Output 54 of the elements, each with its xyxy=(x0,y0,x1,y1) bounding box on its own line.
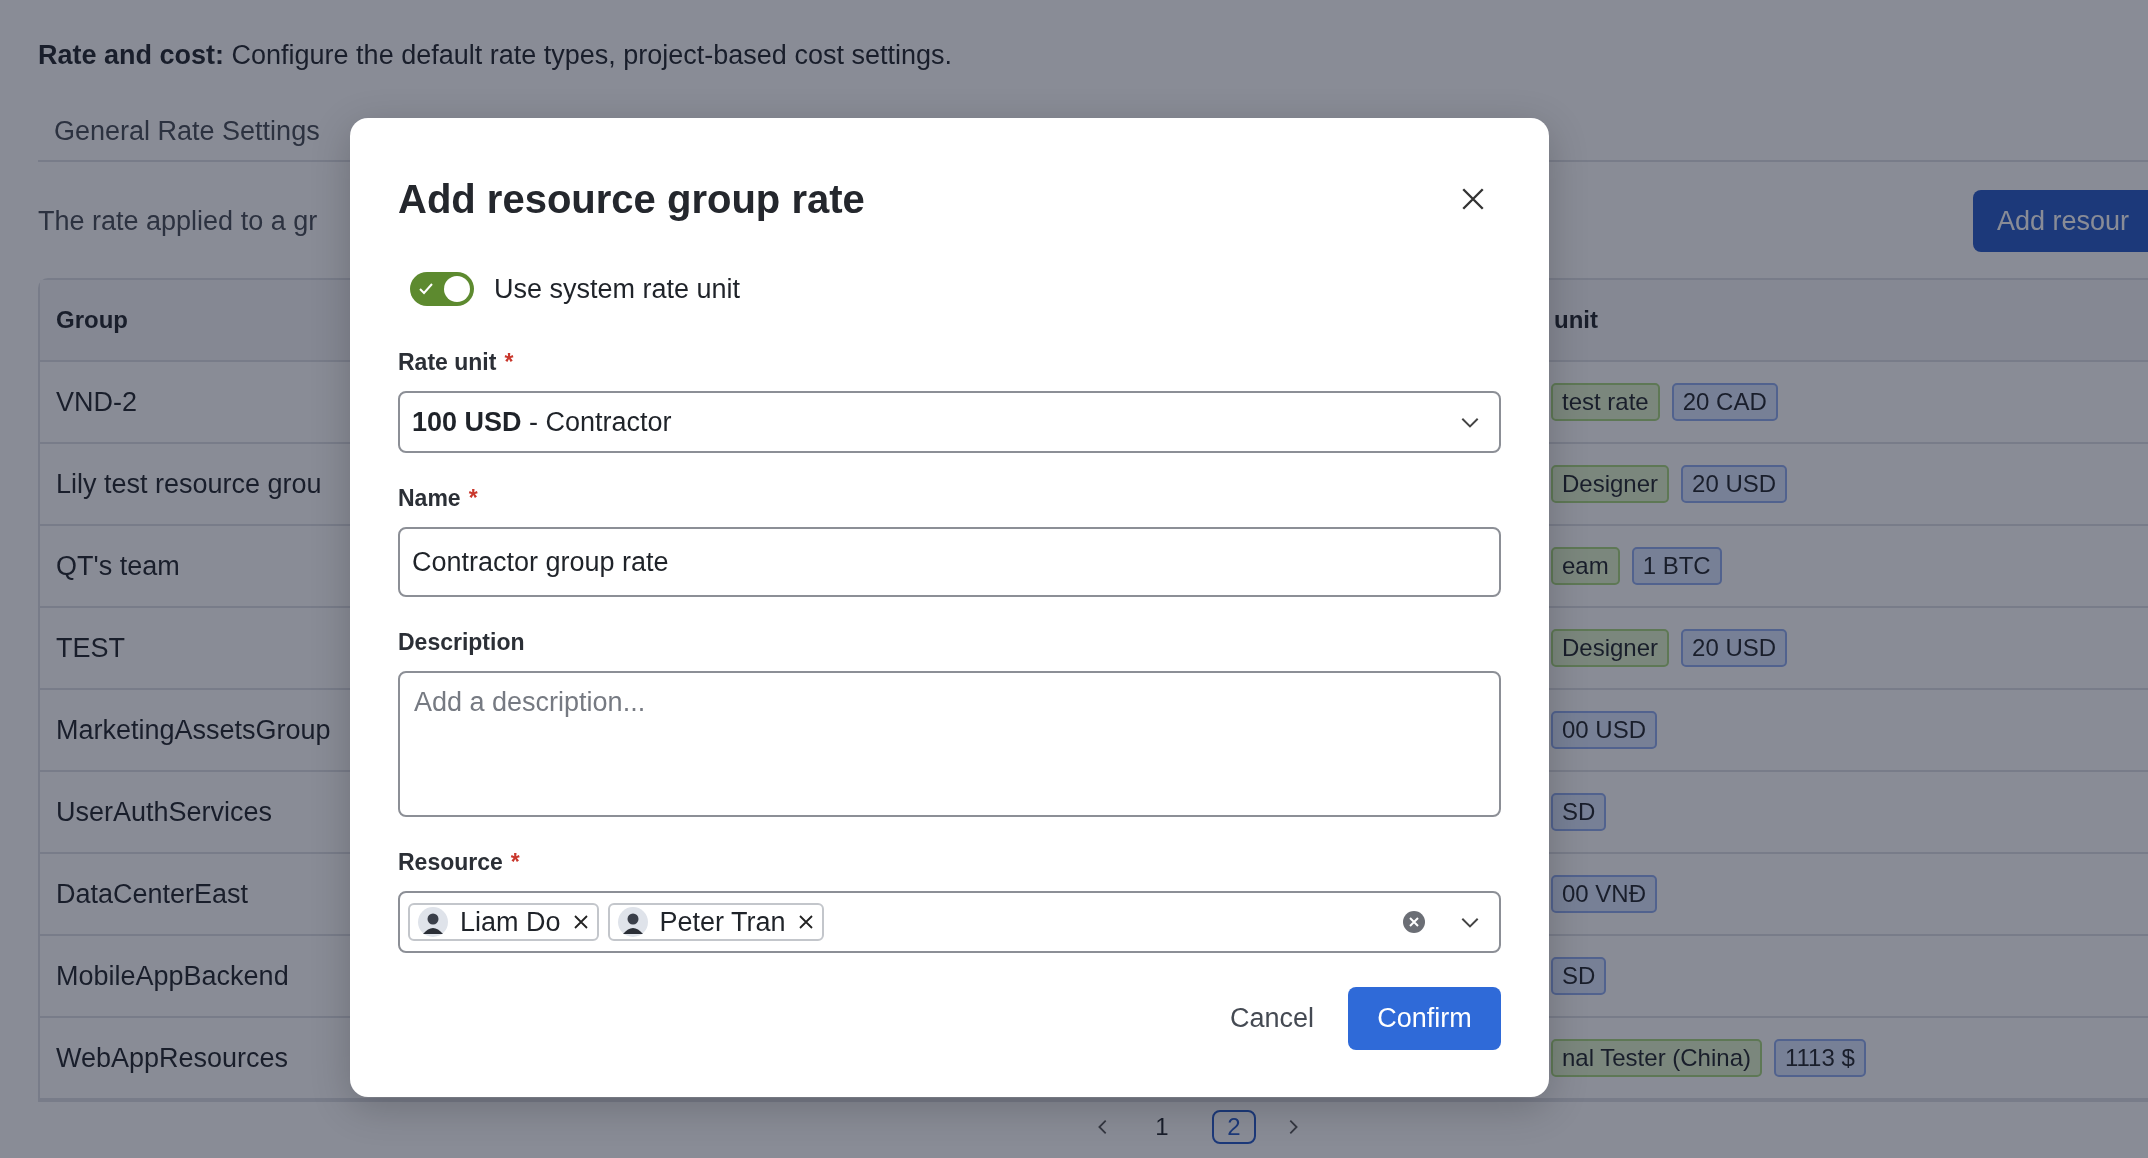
tag: Designer xyxy=(1551,465,1670,503)
table-cell-text: VND-2 xyxy=(55,386,137,418)
tag: 20 USD xyxy=(1681,629,1788,667)
tag: 1 BTC xyxy=(1631,547,1722,585)
column-header: Group xyxy=(55,306,128,334)
clear-icon[interactable] xyxy=(1402,910,1426,934)
table-cell-text: WebAppResources xyxy=(55,1042,289,1074)
required-mark: * xyxy=(468,484,478,512)
tag: test rate xyxy=(1551,383,1660,421)
avatar-icon xyxy=(418,907,448,937)
tag: 1113 $ xyxy=(1774,1039,1866,1077)
table-cell-text: UserAuthServices xyxy=(55,796,273,828)
field-label: Name xyxy=(398,484,461,512)
required-mark: * xyxy=(510,848,520,876)
table-cell-text: MarketingAssetsGroup xyxy=(55,714,331,746)
tag: 20 CAD xyxy=(1671,383,1778,421)
page-button[interactable]: 1 xyxy=(1140,1110,1184,1144)
field-label: Rate unit xyxy=(398,348,497,376)
toggle-switch[interactable] xyxy=(410,272,474,306)
table-cell-text: DataCenterEast xyxy=(55,878,249,910)
rate-unit-select[interactable]: 100 USD - Contractor xyxy=(398,391,1501,453)
dialog-title: Add resource group rate xyxy=(398,176,865,222)
field-label: Resource xyxy=(398,848,503,876)
tab[interactable]: General Rate Settings xyxy=(38,110,336,160)
column-header: unit xyxy=(1553,306,1598,334)
table-cell-text: Lily test resource grou xyxy=(55,468,322,500)
tag: SD xyxy=(1551,793,1607,831)
tag: SD xyxy=(1551,957,1607,995)
tag: nal Tester (China) xyxy=(1551,1039,1762,1077)
name-field[interactable]: Contractor group rate xyxy=(398,527,1501,597)
remove-icon[interactable] xyxy=(572,914,589,930)
description-text: The rate applied to a gr xyxy=(38,205,318,237)
tag: Designer xyxy=(1551,629,1670,667)
cancel-button[interactable]: Cancel xyxy=(1219,987,1324,1050)
table-cell-text: TEST xyxy=(55,632,125,664)
intro-text: Rate and cost: Configure the default rate types, project-based cost settings. xyxy=(38,39,953,72)
required-mark: * xyxy=(504,348,514,376)
field-label: Description xyxy=(398,628,525,656)
check-icon xyxy=(418,281,434,297)
resource-chip[interactable]: Liam Do xyxy=(408,903,599,941)
tag: 00 VNĐ xyxy=(1551,875,1658,913)
resource-select[interactable]: Liam Do Peter Tran xyxy=(398,891,1501,953)
table-cell-text: QT's team xyxy=(55,550,180,582)
description-field[interactable]: Add a description... xyxy=(398,671,1501,817)
avatar-icon xyxy=(617,907,648,937)
tag: 00 USD xyxy=(1551,711,1658,749)
close-icon[interactable] xyxy=(1460,186,1486,212)
resource-chip[interactable]: Peter Tran xyxy=(607,903,824,941)
remove-icon[interactable] xyxy=(797,914,814,930)
table-cell-text: MobileAppBackend xyxy=(55,960,289,992)
confirm-button[interactable]: Confirm xyxy=(1348,987,1501,1050)
tag: eam xyxy=(1551,547,1620,585)
toggle-label: Use system rate unit xyxy=(494,273,741,305)
tag: 20 USD xyxy=(1681,465,1788,503)
